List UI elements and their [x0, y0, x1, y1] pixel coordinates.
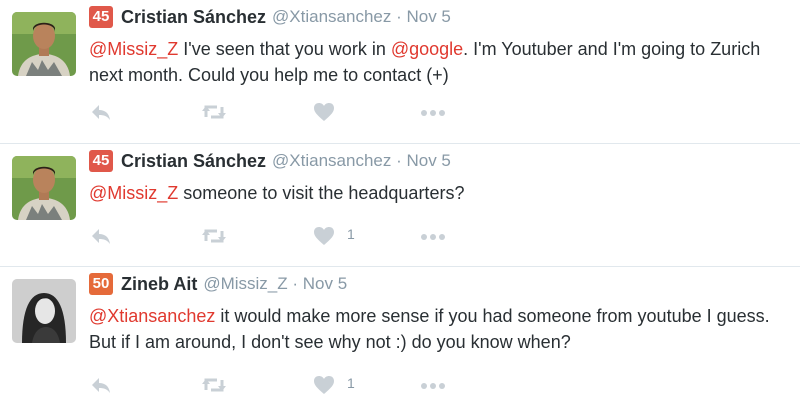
- more-icon: [421, 383, 445, 389]
- tweet-header: 45 Cristian Sánchez @Xtiansanchez · Nov 5: [89, 150, 451, 176]
- avatar-photo: [12, 279, 76, 343]
- like-button[interactable]: [312, 100, 336, 124]
- tweet-text: @Xtiansanchez it would make more sense i…: [89, 303, 779, 355]
- avatar[interactable]: [12, 156, 76, 220]
- tweet-actions: 1: [89, 224, 489, 248]
- author-handle-date[interactable]: @Missiz_Z · Nov 5: [203, 274, 347, 294]
- score-badge: 45: [89, 6, 113, 28]
- retweet-icon: [202, 229, 226, 243]
- score-badge: 45: [89, 150, 113, 172]
- author-name[interactable]: Cristian Sánchez: [121, 7, 266, 28]
- tweet[interactable]: 45 Cristian Sánchez @Xtiansanchez · Nov 5 …: [0, 0, 800, 143]
- reply-button[interactable]: [89, 224, 113, 248]
- mention-link[interactable]: @Missiz_Z: [89, 183, 178, 203]
- author-handle-date[interactable]: @Xtiansanchez · Nov 5: [272, 151, 451, 171]
- mention-link[interactable]: @google: [391, 39, 463, 59]
- heart-icon: [314, 227, 334, 245]
- like-button[interactable]: [312, 373, 336, 397]
- reply-button[interactable]: [89, 100, 113, 124]
- retweet-button[interactable]: [200, 373, 228, 397]
- like-count: 1: [347, 375, 355, 391]
- author-handle-date[interactable]: @Xtiansanchez · Nov 5: [272, 7, 451, 27]
- avatar[interactable]: [12, 279, 76, 343]
- reply-button[interactable]: [89, 373, 113, 397]
- heart-icon: [314, 103, 334, 121]
- tweet-actions: 1: [89, 373, 489, 397]
- like-count: 1: [347, 226, 355, 242]
- more-button[interactable]: [419, 373, 447, 397]
- tweet-header: 50 Zineb Ait @Missiz_Z · Nov 5: [89, 273, 347, 299]
- retweet-icon: [202, 105, 226, 119]
- tweet-text: @Missiz_Z someone to visit the headquart…: [89, 180, 779, 206]
- author-name[interactable]: Zineb Ait: [121, 274, 197, 295]
- tweet-actions: [89, 100, 489, 124]
- tweet-header: 45 Cristian Sánchez @Xtiansanchez · Nov 5: [89, 6, 451, 32]
- score-badge: 50: [89, 273, 113, 295]
- reply-icon: [92, 105, 110, 120]
- author-name[interactable]: Cristian Sánchez: [121, 151, 266, 172]
- tweet-text-segment: I've seen that you work in: [178, 39, 391, 59]
- more-icon: [421, 234, 445, 240]
- retweet-button[interactable]: [200, 224, 228, 248]
- avatar-photo: [12, 12, 76, 76]
- reply-icon: [92, 378, 110, 393]
- reply-icon: [92, 229, 110, 244]
- tweet-text: @Missiz_Z I've seen that you work in @go…: [89, 36, 779, 88]
- avatar-photo: [12, 156, 76, 220]
- like-button[interactable]: [312, 224, 336, 248]
- avatar[interactable]: [12, 12, 76, 76]
- heart-icon: [314, 376, 334, 394]
- more-icon: [421, 110, 445, 116]
- more-button[interactable]: [419, 224, 447, 248]
- more-button[interactable]: [419, 100, 447, 124]
- mention-link[interactable]: @Xtiansanchez: [89, 306, 215, 326]
- tweet[interactable]: 50 Zineb Ait @Missiz_Z · Nov 5 @Xtiansanch…: [0, 267, 800, 409]
- tweet[interactable]: 45 Cristian Sánchez @Xtiansanchez · Nov 5 …: [0, 144, 800, 266]
- mention-link[interactable]: @Missiz_Z: [89, 39, 178, 59]
- retweet-button[interactable]: [200, 100, 228, 124]
- retweet-icon: [202, 378, 226, 392]
- tweet-text-segment: someone to visit the headquarters?: [178, 183, 465, 203]
